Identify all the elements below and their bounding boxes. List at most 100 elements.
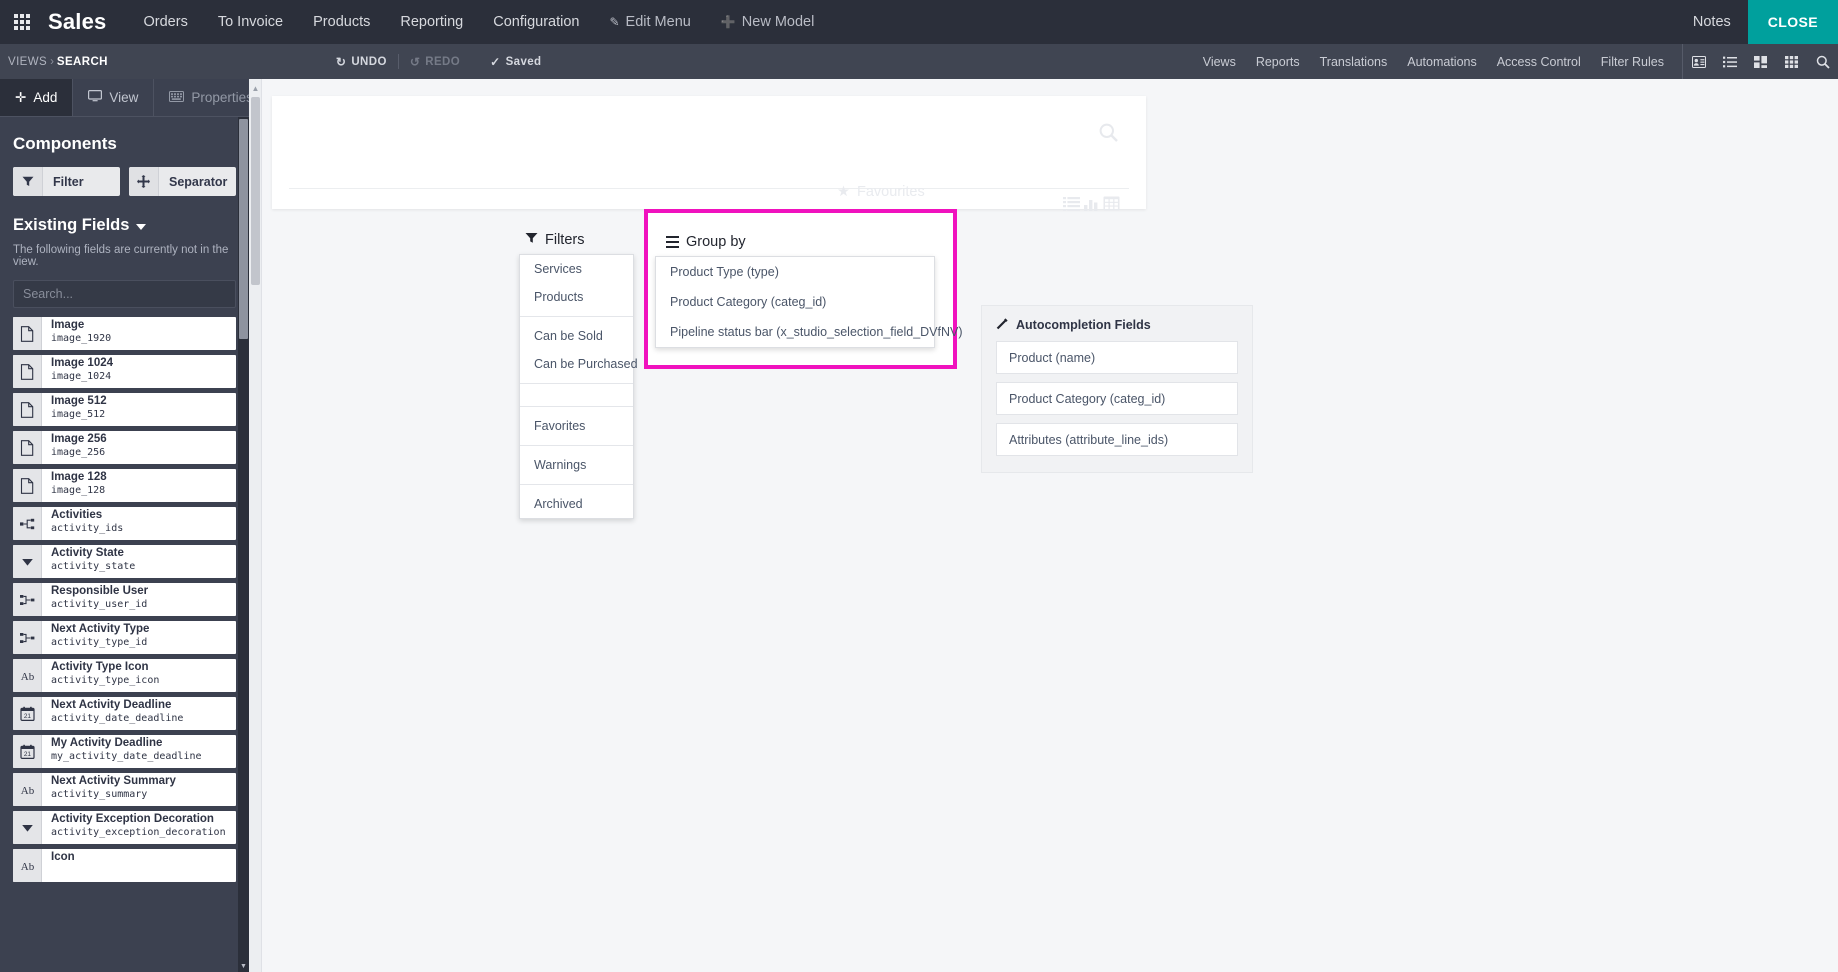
field-list-item[interactable]: Activities activity_ids <box>13 507 236 540</box>
field-list-item[interactable]: Image 128 image_128 <box>13 469 236 502</box>
field-list-item[interactable]: 21 My Activity Deadline my_activity_date_d… <box>13 735 236 768</box>
grid-view-icon[interactable] <box>1776 44 1807 79</box>
groupby-menu-item[interactable]: Product Type (type) <box>656 257 934 287</box>
nav-menu-products[interactable]: Products <box>298 0 385 44</box>
tab-add[interactable]: ✛ Add <box>0 79 74 116</box>
saved-status: ✓ Saved <box>479 55 552 69</box>
svg-text:Ab: Ab <box>20 671 34 683</box>
subnav-link-filter-rules[interactable]: Filter Rules <box>1591 44 1674 79</box>
components-row: Filter Separator <box>13 167 236 196</box>
field-item-technical-name: image_128 <box>51 485 106 496</box>
kanban-view-icon[interactable] <box>1745 44 1776 79</box>
field-list-item[interactable]: Activity Exception Decoration activity_ex… <box>13 811 236 844</box>
search-input[interactable] <box>13 280 236 308</box>
canvas-scrollbar-thumb[interactable] <box>251 97 260 285</box>
bar-chart-view-icon[interactable] <box>1083 196 1100 216</box>
edit-menu-label: Edit Menu <box>625 14 691 30</box>
undo-label: UNDO <box>351 55 387 68</box>
edit-menu-button[interactable]: ✎ Edit Menu <box>594 0 705 44</box>
groupby-dropdown-label[interactable]: Group by <box>666 234 746 250</box>
component-filter[interactable]: Filter <box>13 167 120 196</box>
filter-menu-item[interactable]: Warnings <box>520 451 633 479</box>
field-item-label: Next Activity Deadline <box>51 699 172 711</box>
search-icon[interactable] <box>1099 123 1118 147</box>
plus-icon: ➕ <box>720 15 736 29</box>
groupby-menu-item[interactable]: Pipeline status bar (x_studio_selection_… <box>656 317 963 347</box>
canvas-scrollbar[interactable]: ▲ <box>249 79 262 972</box>
subnav-link-automations[interactable]: Automations <box>1397 44 1486 79</box>
undo-button[interactable]: ↻ UNDO <box>325 55 398 69</box>
filters-label-text: Filters <box>545 232 585 248</box>
date-icon: 21 <box>13 735 42 768</box>
autocompletion-item[interactable]: Product (name) <box>996 341 1238 374</box>
contact-card-icon[interactable] <box>1683 44 1714 79</box>
sidebar-body: Components Filter Separator Existing Fie… <box>0 117 249 972</box>
pencil-icon: ✎ <box>609 15 620 29</box>
field-list-item[interactable]: Ab Next Activity Summary activity_summary <box>13 773 236 806</box>
breadcrumb-search[interactable]: SEARCH <box>57 56 108 68</box>
nav-menu-to-invoice[interactable]: To Invoice <box>203 0 298 44</box>
apps-grid-icon[interactable] <box>0 0 44 44</box>
studio-sidebar: ✛ Add View Properties Components Filter … <box>0 79 269 972</box>
favourites-dropdown[interactable]: ★ Favourites <box>837 184 925 200</box>
list-view-icon[interactable] <box>1063 196 1080 216</box>
groupby-menu-item[interactable]: Product Category (categ_id) <box>656 287 934 317</box>
field-list-item[interactable]: Responsible User activity_user_id <box>13 583 236 616</box>
scrollbar-thumb[interactable] <box>239 119 248 339</box>
filter-menu-item[interactable]: Archived <box>520 490 633 518</box>
scroll-down-icon[interactable]: ▼ <box>238 961 249 972</box>
subnav-link-access-control[interactable]: Access Control <box>1487 44 1591 79</box>
canvas-scroll-up-icon[interactable]: ▲ <box>249 81 262 95</box>
field-list-item[interactable]: Ab Icon <box>13 849 236 882</box>
field-item-technical-name: activity_date_deadline <box>51 713 184 724</box>
filter-menu-item[interactable]: Services <box>520 255 633 283</box>
new-model-button[interactable]: ➕ New Model <box>706 0 829 44</box>
nav-menu-reporting[interactable]: Reporting <box>385 0 478 44</box>
components-title: Components <box>13 134 117 153</box>
navbar-right: Notes CLOSE <box>1676 0 1838 44</box>
existing-fields-note: The following fields are currently not i… <box>13 244 229 268</box>
subnav-link-reports[interactable]: Reports <box>1246 44 1310 79</box>
subnav-link-views[interactable]: Views <box>1193 44 1246 79</box>
breadcrumb-views[interactable]: VIEWS <box>0 56 47 68</box>
field-list-item[interactable]: Next Activity Type activity_type_id <box>13 621 236 654</box>
filter-menu-item[interactable]: Favorites <box>520 412 633 440</box>
field-list-item[interactable]: Image 512 image_512 <box>13 393 236 426</box>
notes-button[interactable]: Notes <box>1676 0 1748 44</box>
filters-dropdown-label[interactable]: Filters <box>525 232 584 248</box>
filter-menu-item[interactable]: Can be Purchased <box>520 350 638 378</box>
field-list-item[interactable]: Image image_1920 <box>13 317 236 350</box>
field-item-technical-name: activity_type_id <box>51 637 148 648</box>
autocompletion-item[interactable]: Attributes (attribute_line_ids) <box>996 423 1238 456</box>
filter-menu-item[interactable]: Products <box>520 283 633 311</box>
field-list-item[interactable]: Image 1024 image_1024 <box>13 355 236 388</box>
existing-fields-header[interactable]: Existing Fields <box>13 216 236 235</box>
app-brand[interactable]: Sales <box>44 0 129 44</box>
autocompletion-item[interactable]: Product Category (categ_id) <box>996 382 1238 415</box>
field-item-label: Responsible User <box>51 585 149 597</box>
subnav-link-translations[interactable]: Translations <box>1310 44 1398 79</box>
many2one-icon <box>13 583 42 616</box>
field-list-item[interactable]: Ab Activity Type Icon activity_type_icon <box>13 659 236 692</box>
field-item-technical-name: image_1920 <box>51 333 112 344</box>
sidebar-scrollbar[interactable]: ▲ ▼ <box>238 117 249 972</box>
many2one-icon <box>13 621 42 654</box>
list-view-icon[interactable] <box>1714 44 1745 79</box>
redo-button[interactable]: ↺ REDO <box>399 55 471 69</box>
field-list-item[interactable]: 21 Next Activity Deadline activity_date_de… <box>13 697 236 730</box>
close-button[interactable]: CLOSE <box>1747 0 1838 44</box>
search-card-divider <box>289 188 1129 189</box>
filter-menu-item[interactable]: Can be Sold <box>520 322 633 350</box>
new-model-label: New Model <box>741 14 815 30</box>
nav-menu-orders[interactable]: Orders <box>129 0 203 44</box>
view-canvas: ▲ ★ Favourites Filters Services Products… <box>249 79 1838 972</box>
component-separator[interactable]: Separator <box>129 167 236 196</box>
field-list-item[interactable]: Activity State activity_state <box>13 545 236 578</box>
field-item-text: Activity State activity_state <box>42 545 135 578</box>
field-list-item[interactable]: Image 256 image_256 <box>13 431 236 464</box>
field-item-text: Next Activity Summary activity_summary <box>42 773 176 806</box>
nav-menu-configuration[interactable]: Configuration <box>478 0 594 44</box>
tab-view[interactable]: View <box>73 79 155 116</box>
search-icon[interactable] <box>1807 44 1838 79</box>
grid-view-icon[interactable] <box>1103 196 1120 216</box>
